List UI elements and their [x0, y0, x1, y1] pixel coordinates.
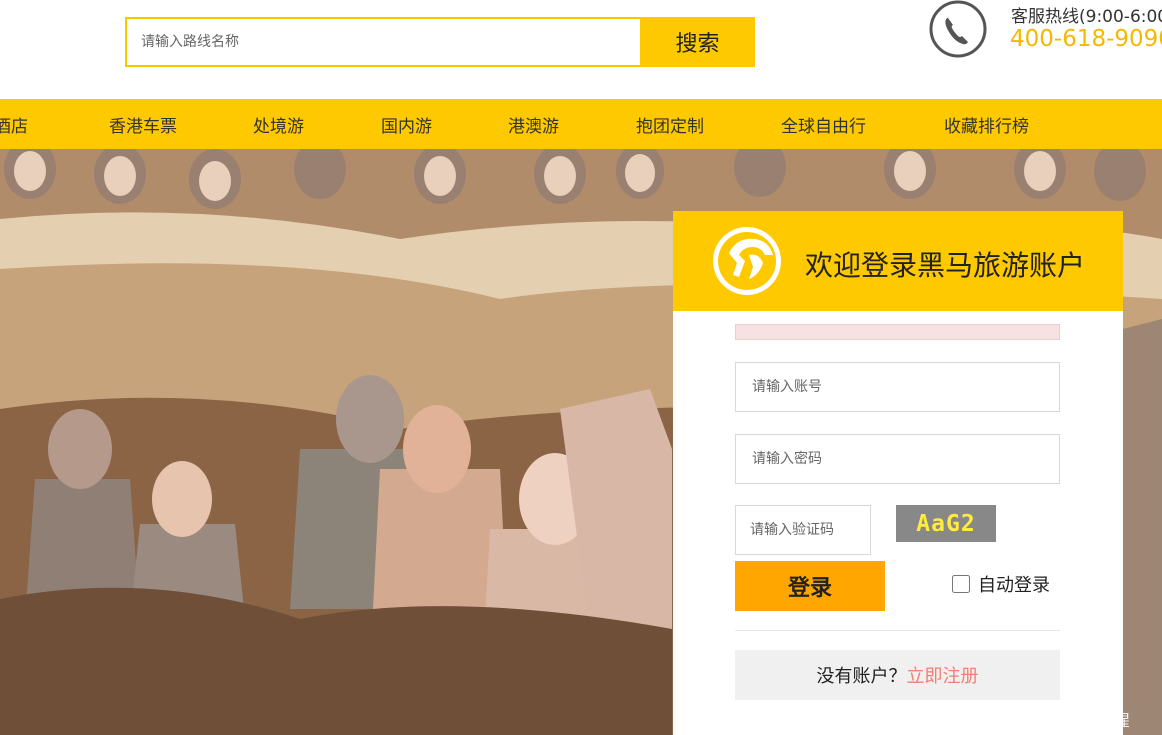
nav-item-favorites-ranking[interactable]: 收藏排行榜: [944, 112, 1029, 137]
captcha-input[interactable]: [735, 505, 871, 555]
nav-item-outbound-tour[interactable]: 处境游: [253, 112, 304, 137]
login-title: 欢迎登录黑马旅游账户: [805, 249, 1086, 282]
search-button[interactable]: 搜索: [640, 17, 755, 67]
auto-login-option[interactable]: 自动登录: [952, 571, 1050, 597]
nav-item-hk-bus-ticket[interactable]: 香港车票: [109, 112, 177, 137]
login-button[interactable]: 登录: [735, 561, 885, 611]
login-header: 欢迎登录黑马旅游账户: [673, 211, 1123, 311]
search-input[interactable]: [125, 17, 640, 67]
password-input[interactable]: [735, 434, 1060, 484]
watermark: CSDN @拳明猩: [1015, 711, 1130, 730]
auto-login-label: 自动登录: [978, 575, 1050, 596]
nav-item-hk-macau-tour[interactable]: 港澳游: [508, 112, 559, 137]
search-box: 搜索: [125, 17, 755, 67]
hotline-number: 400-618-9090: [1010, 26, 1162, 52]
no-account-text: 没有账户？: [816, 666, 907, 687]
register-link[interactable]: 立即注册: [907, 662, 979, 688]
username-input[interactable]: [735, 362, 1060, 412]
captcha-image[interactable]: AaG2: [896, 505, 996, 542]
nav-item-group-custom[interactable]: 抱团定制: [636, 112, 704, 137]
main-nav: 酒店 香港车票 处境游 国内游 港澳游 抱团定制 全球自由行 收藏排行榜: [0, 99, 1162, 149]
error-message-bar: [735, 324, 1060, 340]
hotline-label: 客服热线(9:00-6:00): [1011, 7, 1162, 27]
register-box: 没有账户？ 立即注册: [735, 650, 1060, 700]
nav-item-domestic-tour[interactable]: 国内游: [381, 112, 432, 137]
nav-item-global-free-travel[interactable]: 全球自由行: [781, 112, 866, 137]
login-panel: 欢迎登录黑马旅游账户 AaG2 登录 自动登录 没有账户？ 立即注册: [673, 211, 1123, 735]
horse-logo-icon: [713, 227, 781, 295]
auto-login-checkbox[interactable]: [952, 575, 970, 593]
divider: [735, 630, 1060, 631]
nav-item-hotel[interactable]: 酒店: [0, 112, 28, 137]
phone-icon: [929, 0, 987, 58]
